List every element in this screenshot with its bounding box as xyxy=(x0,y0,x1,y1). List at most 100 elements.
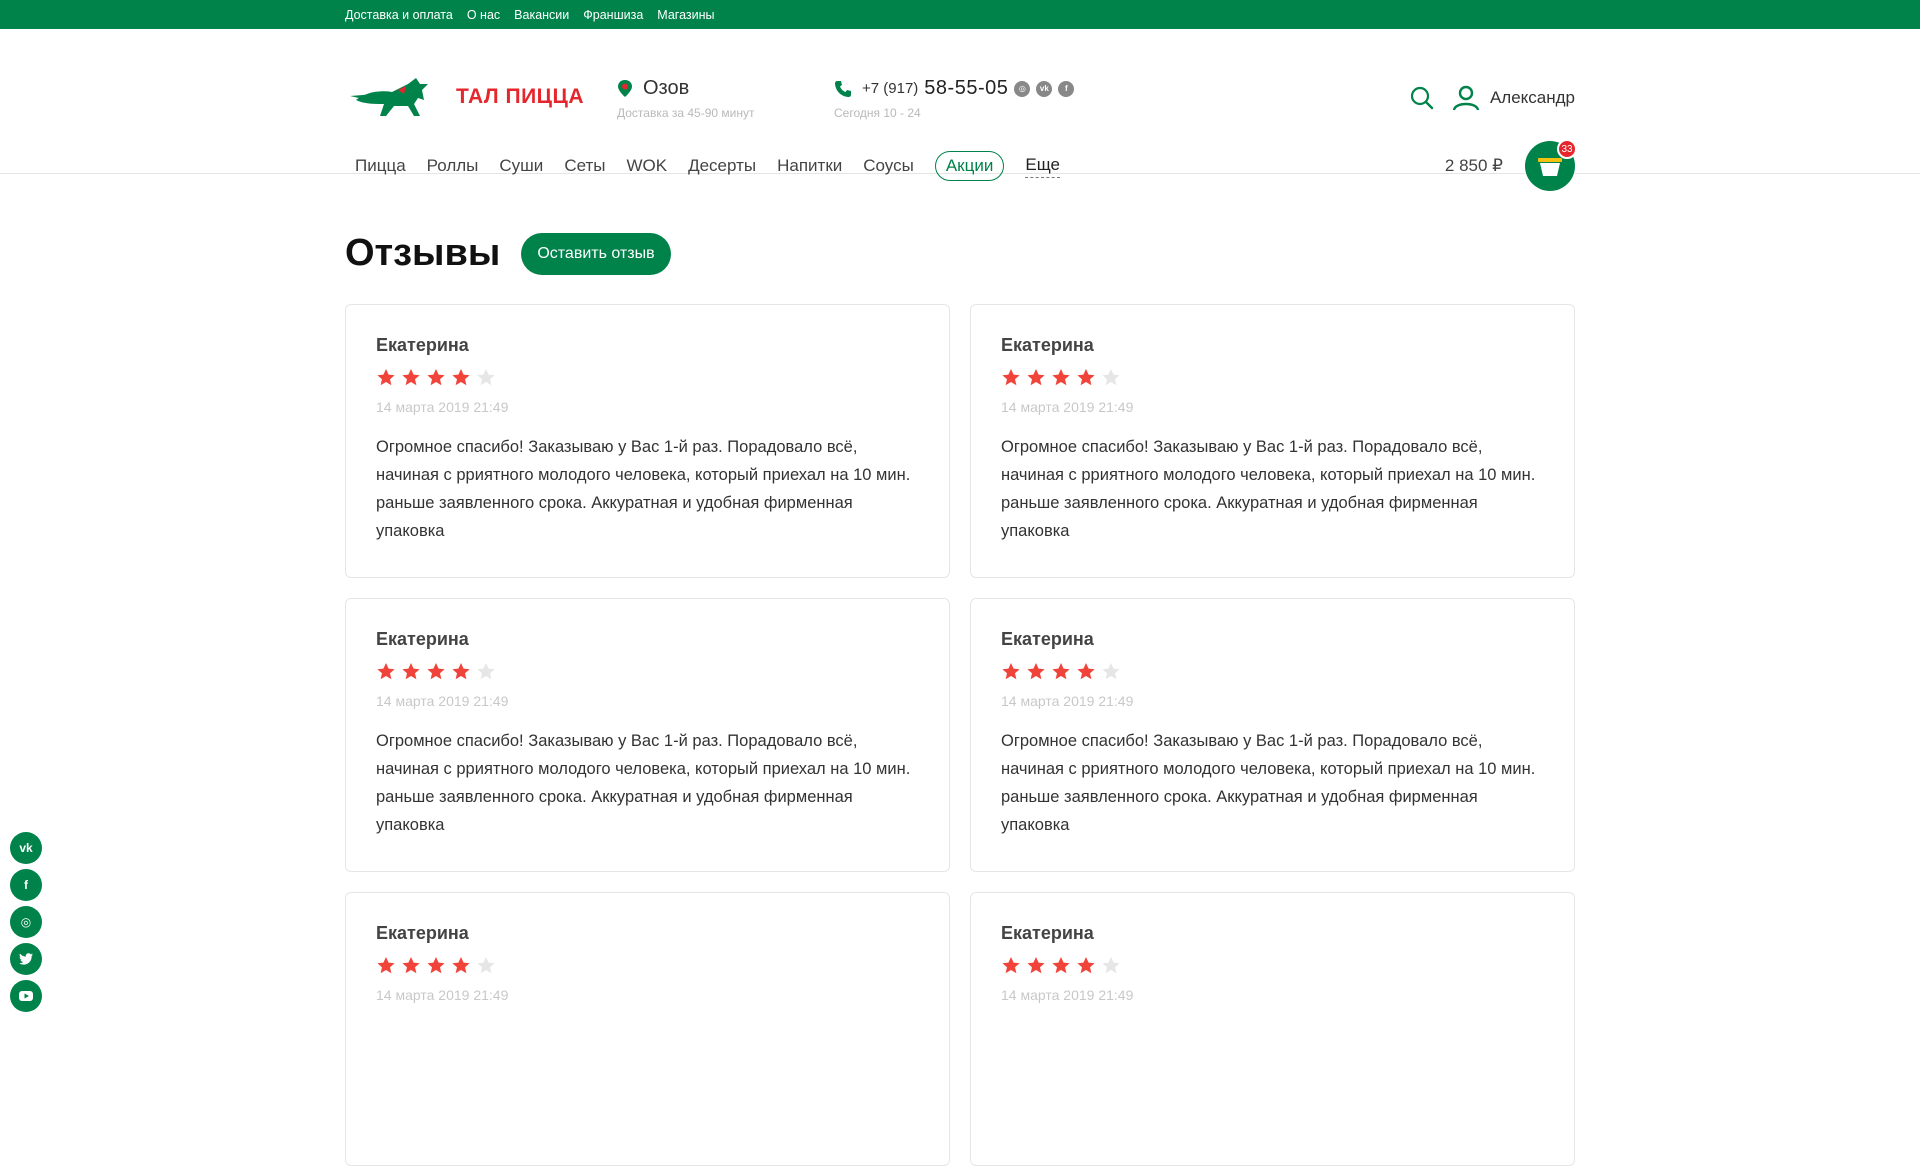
review-card: Екатерина 14 марта 2019 21:49 xyxy=(345,892,950,1166)
facebook-icon[interactable]: f xyxy=(10,869,42,901)
phone-number[interactable]: 58-55-05 xyxy=(924,77,1008,100)
vk-icon[interactable]: vk xyxy=(1036,80,1053,97)
review-text: Огромное спасибо! Заказываю у Вас 1-й ра… xyxy=(1001,438,1536,540)
leave-review-button[interactable]: Оставить отзыв xyxy=(521,232,671,275)
nav-item-desserts[interactable]: Десерты xyxy=(688,156,756,176)
review-card: Екатерина 14 марта 2019 21:49 Огромное спа… xyxy=(970,598,1575,872)
star-empty-icon xyxy=(477,957,495,974)
star-filled-icon xyxy=(427,957,445,974)
star-filled-icon xyxy=(402,957,420,974)
review-rating xyxy=(1001,662,1544,681)
foursquare-icon[interactable]: f xyxy=(1058,80,1075,97)
review-author: Екатерина xyxy=(1001,629,1094,649)
star-filled-icon xyxy=(1002,957,1020,974)
review-date: 14 марта 2019 21:49 xyxy=(376,693,509,709)
star-empty-icon xyxy=(477,369,495,386)
instagram-icon[interactable]: ◎ xyxy=(10,906,42,938)
nav-item-sushi[interactable]: Суши xyxy=(499,156,543,176)
star-filled-icon xyxy=(1052,663,1070,680)
review-author: Екатерина xyxy=(376,335,469,355)
user-area: Александр xyxy=(1410,85,1575,111)
instagram-icon[interactable]: ◎ xyxy=(1014,80,1031,97)
nav-item-wok[interactable]: WOK xyxy=(626,156,667,176)
star-empty-icon xyxy=(1102,663,1120,680)
nav-item-more[interactable]: Еще xyxy=(1025,155,1060,178)
page-head: Отзывы Оставить отзыв xyxy=(345,232,671,275)
review-date: 14 марта 2019 21:49 xyxy=(1001,399,1134,415)
page-title: Отзывы xyxy=(345,232,501,274)
review-text: Огромное спасибо! Заказываю у Вас 1-й ра… xyxy=(376,438,911,540)
logo[interactable]: ТАЛ ПИЦЦА xyxy=(350,74,584,120)
basket-icon xyxy=(1538,158,1562,176)
review-author: Екатерина xyxy=(1001,335,1094,355)
location-pin-icon xyxy=(618,79,632,97)
star-filled-icon xyxy=(402,663,420,680)
nav-item-rolls[interactable]: Роллы xyxy=(427,156,479,176)
phone-icon xyxy=(835,80,851,97)
review-card: Екатерина 14 марта 2019 21:49 Огромное спа… xyxy=(345,304,950,578)
star-filled-icon xyxy=(377,369,395,386)
phone-block: +7 (917) 58-55-05 ◎ vk f Сегодня 10 - 24 xyxy=(834,77,1075,120)
logo-text: ТАЛ ПИЦЦА xyxy=(456,85,585,108)
nav-item-sauces[interactable]: Соусы xyxy=(863,156,914,176)
topbar-link-delivery[interactable]: Доставка и оплата xyxy=(345,8,453,22)
star-empty-icon xyxy=(1102,957,1120,974)
youtube-icon[interactable] xyxy=(10,980,42,1012)
vk-icon[interactable]: vk xyxy=(10,832,42,864)
nav-item-pizza[interactable]: Пицца xyxy=(355,156,406,176)
star-empty-icon xyxy=(477,663,495,680)
star-filled-icon xyxy=(1077,663,1095,680)
star-empty-icon xyxy=(1102,369,1120,386)
user-name: Александр xyxy=(1489,88,1575,107)
topbar-link-about[interactable]: О нас xyxy=(467,8,500,22)
review-date: 14 марта 2019 21:49 xyxy=(1001,693,1134,709)
main-nav: Пицца Роллы Суши Сеты WOK Десерты Напитк… xyxy=(355,151,1060,181)
topbar-link-vacancies[interactable]: Вакансии xyxy=(514,8,569,22)
review-card: Екатерина 14 марта 2019 21:49 Огромное спа… xyxy=(970,304,1575,578)
star-filled-icon xyxy=(1027,663,1045,680)
star-filled-icon xyxy=(1052,957,1070,974)
star-filled-icon xyxy=(1027,369,1045,386)
star-filled-icon xyxy=(1002,369,1020,386)
star-filled-icon xyxy=(452,663,470,680)
topbar-link-stores[interactable]: Магазины xyxy=(657,8,714,22)
review-rating xyxy=(376,368,919,387)
review-rating xyxy=(376,662,919,681)
review-date: 14 марта 2019 21:49 xyxy=(376,399,509,415)
review-text: Огромное спасибо! Заказываю у Вас 1-й ра… xyxy=(376,732,911,834)
topbar-link-franchise[interactable]: Франшиза xyxy=(583,8,643,22)
star-filled-icon xyxy=(377,957,395,974)
twitter-icon[interactable] xyxy=(10,943,42,975)
star-filled-icon xyxy=(427,663,445,680)
star-filled-icon xyxy=(1002,663,1020,680)
city-selector[interactable]: Озов Доставка за 45-90 минут xyxy=(617,77,754,120)
nav-item-sets[interactable]: Сеты xyxy=(564,156,605,176)
review-rating xyxy=(376,956,919,975)
review-date: 14 марта 2019 21:49 xyxy=(376,987,509,1003)
star-filled-icon xyxy=(1027,957,1045,974)
nav-item-drinks[interactable]: Напитки xyxy=(777,156,842,176)
review-rating xyxy=(1001,956,1544,975)
delivery-time: Доставка за 45-90 минут xyxy=(617,106,755,120)
search-icon[interactable] xyxy=(1410,86,1434,110)
opening-hours: Сегодня 10 - 24 xyxy=(834,106,921,120)
user-account[interactable]: Александр xyxy=(1452,85,1575,111)
star-filled-icon xyxy=(1077,957,1095,974)
review-author: Екатерина xyxy=(376,629,469,649)
star-filled-icon xyxy=(427,369,445,386)
cart-button[interactable]: 33 xyxy=(1525,139,1577,191)
star-filled-icon xyxy=(452,369,470,386)
review-date: 14 марта 2019 21:49 xyxy=(1001,987,1134,1003)
phone-prefix[interactable]: +7 (917) xyxy=(862,80,918,97)
site-header: ТАЛ ПИЦЦА Озов Доставка за 45-90 минут +… xyxy=(0,29,1920,191)
star-filled-icon xyxy=(1077,369,1095,386)
city-name: Озов xyxy=(643,77,690,99)
reviews-grid: Екатерина 14 марта 2019 21:49 Огромное спа… xyxy=(345,304,1575,1166)
review-text: Огромное спасибо! Заказываю у Вас 1-й ра… xyxy=(1001,732,1536,834)
horse-logo-icon xyxy=(350,78,428,116)
side-social-bar: vk f ◎ xyxy=(10,832,42,1012)
nav-item-promo[interactable]: Акции xyxy=(934,151,1005,181)
review-author: Екатерина xyxy=(376,923,469,943)
star-filled-icon xyxy=(402,369,420,386)
review-rating xyxy=(1001,368,1544,387)
